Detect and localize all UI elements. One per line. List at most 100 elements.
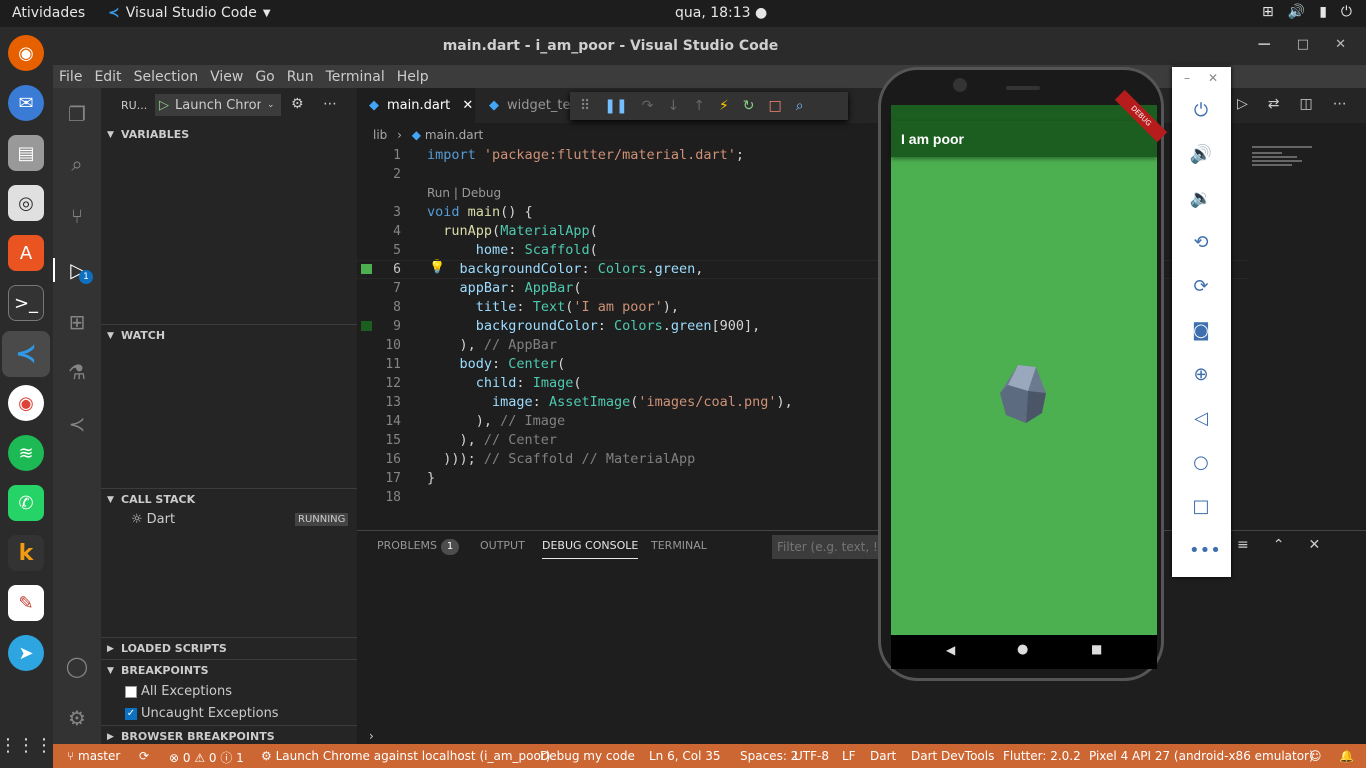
maximize-button[interactable]: □ bbox=[1297, 37, 1309, 52]
breakpoint-all-exceptions[interactable]: All Exceptions bbox=[125, 684, 232, 699]
gear-icon[interactable]: ⚙ bbox=[291, 96, 304, 112]
feedback-icon[interactable]: ☺ bbox=[1309, 749, 1322, 763]
breadcrumb-item[interactable]: lib bbox=[373, 128, 387, 142]
tab-output[interactable]: OUTPUT bbox=[480, 539, 525, 552]
kotlin-app-icon[interactable]: k bbox=[8, 535, 44, 571]
settings-gear-icon[interactable]: ⚙ bbox=[65, 706, 89, 730]
minimize-button[interactable]: — bbox=[1258, 37, 1271, 52]
inspect-icon[interactable]: ⌕ bbox=[796, 98, 804, 114]
flutter-icon[interactable]: ≺ bbox=[65, 412, 89, 436]
nav-home-icon[interactable]: ● bbox=[1017, 642, 1028, 657]
encoding[interactable]: UTF-8 bbox=[794, 749, 829, 763]
section-watch[interactable]: ▼ WATCH bbox=[101, 324, 357, 346]
nav-recents-icon[interactable]: ■ bbox=[1091, 642, 1102, 656]
menu-view[interactable]: View bbox=[210, 69, 243, 85]
home-icon[interactable]: ○ bbox=[1189, 451, 1213, 475]
step-out-icon[interactable]: ↑ bbox=[693, 98, 705, 114]
filter-input[interactable] bbox=[772, 535, 882, 559]
menu-go[interactable]: Go bbox=[255, 69, 274, 85]
source-control-icon[interactable]: ⑂ bbox=[65, 204, 89, 228]
compare-icon[interactable]: ⇄ bbox=[1268, 96, 1280, 112]
menu-terminal[interactable]: Terminal bbox=[326, 69, 385, 85]
checkbox-checked[interactable]: ✓ bbox=[125, 707, 137, 720]
pause-icon[interactable]: ❚❚ bbox=[604, 98, 627, 114]
step-over-icon[interactable]: ↷ bbox=[642, 98, 654, 114]
software-icon[interactable]: A bbox=[8, 235, 44, 271]
checkbox-unchecked[interactable] bbox=[125, 685, 137, 698]
section-call-stack[interactable]: ▼ CALL STACK bbox=[101, 488, 357, 510]
breakpoint-uncaught-exceptions[interactable]: ✓ Uncaught Exceptions bbox=[125, 706, 279, 721]
console-input-prompt[interactable]: › bbox=[369, 729, 374, 743]
explorer-icon[interactable]: ❐ bbox=[65, 102, 89, 126]
spotify-icon[interactable]: ≋ bbox=[8, 435, 44, 471]
vscode-dock-icon[interactable]: ≺ bbox=[2, 331, 50, 377]
thunderbird-icon[interactable]: ✉ bbox=[8, 85, 44, 121]
maximize-panel-icon[interactable]: ⌃ bbox=[1273, 537, 1285, 553]
menu-help[interactable]: Help bbox=[397, 69, 429, 85]
back-icon[interactable]: ◁ bbox=[1189, 407, 1213, 431]
menu-edit[interactable]: Edit bbox=[94, 69, 121, 85]
nav-back-icon[interactable]: ◀ bbox=[946, 643, 955, 657]
telegram-icon[interactable]: ➤ bbox=[8, 635, 44, 671]
activities-button[interactable]: Atividades bbox=[12, 5, 85, 21]
chrome-icon[interactable]: ◉ bbox=[8, 385, 44, 421]
zoom-icon[interactable]: ⊕ bbox=[1189, 363, 1213, 387]
section-loaded-scripts[interactable]: ▶ LOADED SCRIPTS bbox=[101, 637, 357, 659]
menu-selection[interactable]: Selection bbox=[134, 69, 199, 85]
document-viewer-icon[interactable]: ✎ bbox=[8, 585, 44, 621]
run-icon[interactable]: ▷ bbox=[1237, 96, 1248, 112]
stop-icon[interactable]: □ bbox=[769, 98, 782, 114]
more-options-icon[interactable]: ••• bbox=[1189, 539, 1221, 563]
app-grid-icon[interactable]: ⋮⋮⋮ bbox=[0, 727, 53, 763]
call-stack-item[interactable]: ☼ Dart bbox=[131, 512, 175, 527]
menu-file[interactable]: File bbox=[59, 69, 82, 85]
tab-widget-test[interactable]: ◆ widget_te bbox=[477, 88, 572, 123]
step-into-icon[interactable]: ↓ bbox=[667, 98, 679, 114]
terminal-icon[interactable]: >_ bbox=[8, 285, 44, 321]
rhythmbox-icon[interactable]: ◎ bbox=[8, 185, 44, 221]
launch-config-select[interactable]: ▷ Launch Chrom ⌄ bbox=[155, 94, 281, 116]
notifications-icon[interactable]: 🔔 bbox=[1339, 749, 1354, 763]
minimize-icon[interactable]: – bbox=[1184, 71, 1190, 85]
tab-terminal[interactable]: TERMINAL bbox=[651, 539, 707, 552]
close-icon[interactable]: ✕ bbox=[462, 98, 473, 113]
app-menu[interactable]: ≺ Visual Studio Code ▼ bbox=[108, 5, 271, 21]
rotate-right-icon[interactable]: ⟳ bbox=[1189, 275, 1213, 299]
files-icon[interactable]: ▤ bbox=[8, 135, 44, 171]
flutter-version[interactable]: Flutter: 2.0.2 bbox=[1003, 749, 1081, 763]
drag-handle-icon[interactable]: ⠿ bbox=[580, 98, 590, 114]
overview-icon[interactable]: □ bbox=[1189, 495, 1213, 519]
extensions-icon[interactable]: ⊞ bbox=[65, 310, 89, 334]
system-tray[interactable]: ⊞ 🔊 ▮ ⏻ bbox=[1262, 4, 1352, 20]
indentation[interactable]: Spaces: 2 bbox=[740, 749, 798, 763]
breadcrumb-item[interactable]: main.dart bbox=[425, 128, 483, 142]
emulator-screen[interactable]: I am poor DEBUG ◀ ● ■ bbox=[891, 89, 1168, 669]
close-button[interactable]: ✕ bbox=[1335, 37, 1346, 52]
power-icon[interactable]: ⏻ bbox=[1189, 99, 1213, 123]
volume-up-icon[interactable]: 🔊 bbox=[1189, 143, 1213, 167]
launch-status[interactable]: ⚙ Launch Chrome against localhost (i_am_… bbox=[261, 749, 550, 763]
run-debug-icon[interactable]: ▷ bbox=[53, 258, 101, 282]
testing-icon[interactable]: ⚗ bbox=[65, 360, 89, 384]
tab-debug-console[interactable]: DEBUG CONSOLE bbox=[542, 539, 639, 559]
device-selector[interactable]: Pixel 4 API 27 (android-x86 emulator) bbox=[1089, 749, 1314, 763]
eol[interactable]: LF bbox=[842, 749, 856, 763]
rotate-left-icon[interactable]: ⟲ bbox=[1189, 231, 1213, 255]
volume-down-icon[interactable]: 🔉 bbox=[1189, 187, 1213, 211]
menu-run[interactable]: Run bbox=[287, 69, 314, 85]
clear-console-icon[interactable]: ≡ bbox=[1237, 537, 1249, 553]
cursor-position[interactable]: Ln 6, Col 35 bbox=[649, 749, 721, 763]
section-variables[interactable]: ▼ VARIABLES bbox=[101, 124, 357, 146]
tab-main-dart[interactable]: ◆ main.dart ✕ bbox=[357, 88, 475, 123]
more-actions-icon[interactable]: ⋯ bbox=[323, 96, 337, 112]
devtools-status[interactable]: Dart DevTools bbox=[911, 749, 994, 763]
hot-reload-icon[interactable]: ⚡ bbox=[719, 98, 729, 114]
screenshot-camera-icon[interactable]: ◙ bbox=[1189, 319, 1213, 343]
codelens-run-debug[interactable]: Run | Debug bbox=[427, 186, 501, 200]
account-icon[interactable]: ◯ bbox=[65, 654, 89, 678]
search-icon[interactable]: ⌕ bbox=[65, 152, 89, 176]
debug-my-code-status[interactable]: Debug my code bbox=[540, 749, 635, 763]
firefox-icon[interactable]: ◉ bbox=[8, 35, 44, 71]
branch-status[interactable]: ⑂ master bbox=[67, 749, 120, 763]
close-panel-icon[interactable]: ✕ bbox=[1308, 537, 1320, 553]
